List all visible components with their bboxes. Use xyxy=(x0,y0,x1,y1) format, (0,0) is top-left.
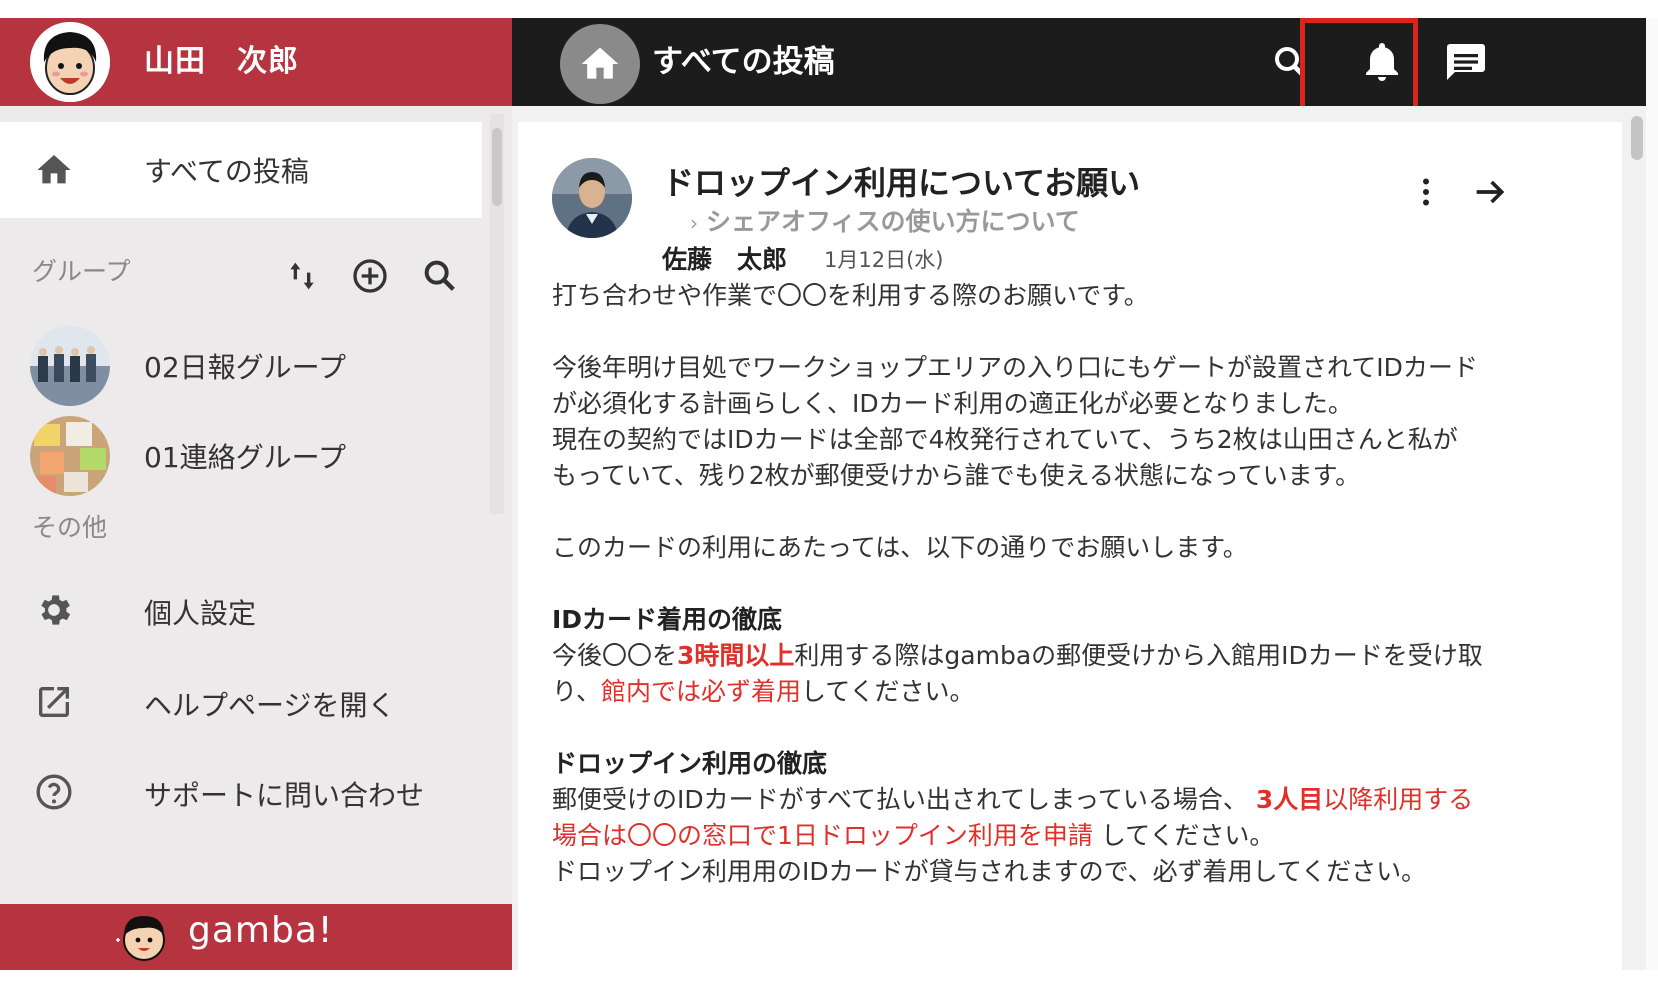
sidebar-header: 山田 次郎 xyxy=(0,18,512,106)
post-date: 1月12日(水) xyxy=(824,248,944,272)
page-title: すべての投稿 xyxy=(652,44,835,80)
brand-name: gamba! xyxy=(188,910,334,951)
sidebar-item-help-page[interactable]: ヘルプページを開く xyxy=(0,656,482,748)
body-line: 場合は〇〇の窓口で1日ドロップイン利用を申請 してください。 xyxy=(552,821,1275,850)
search-group-icon[interactable] xyxy=(420,256,460,296)
body-line: り、館内では必ず着用してください。 xyxy=(552,677,975,706)
body-line: このカードの利用にあたっては、以下の通りでお願いします。 xyxy=(552,533,1248,562)
emphasis-text: 場合は〇〇の窓口で1日ドロップイン利用を申請 xyxy=(552,821,1093,850)
app-window: 山田 次郎 すべての投稿 グループ 02日報グループ 01連絡グループ その他 … xyxy=(0,18,1658,982)
body-line: 郵便受けのIDカードがすべて払い出されてしまっている場合、 3人目以降利用する xyxy=(552,785,1474,814)
mascot-logo xyxy=(112,910,170,964)
sidebar-item-label: サポートに問い合わせ xyxy=(144,779,425,812)
group-avatar xyxy=(30,326,110,406)
sidebar-item-personal-settings[interactable]: 個人設定 xyxy=(0,564,482,656)
body-line: 今後〇〇を3時間以上利用する際はgambaの郵便受けから入館用IDカードを受け取 xyxy=(552,641,1483,670)
groups-section-label: グループ xyxy=(32,257,131,286)
top-bar: すべての投稿 xyxy=(512,18,1646,106)
home-icon xyxy=(581,47,619,79)
body-line: 打ち合わせや作業で〇〇を利用する際のお願いです。 xyxy=(552,281,1149,310)
main-content: ドロップイン利用についてお願い › シェアオフィスの使い方について 佐藤 太郎 1… xyxy=(512,106,1646,982)
emphasis-text: 3人目 xyxy=(1255,785,1324,814)
emphasis-text: 3時間以上 xyxy=(677,641,795,670)
body-line: が必須化する計画らしく、IDカード利用の適正化が必要となりました。 xyxy=(552,389,1353,418)
brand-footer: gamba! xyxy=(0,904,512,970)
user-avatar[interactable] xyxy=(30,22,110,102)
emphasis-text: 館内では必ず着用 xyxy=(601,677,802,706)
more-vert-icon[interactable] xyxy=(1408,174,1444,210)
body-line: 現在の契約ではIDカードは全部で4枚発行されていて、うち2枚は山田さんと私が xyxy=(552,425,1458,454)
help-circle-icon xyxy=(34,772,74,812)
other-section-label: その他 xyxy=(32,513,108,542)
main-scrollbar[interactable] xyxy=(1628,106,1646,970)
gear-icon xyxy=(34,590,74,630)
sidebar-item-label: ヘルプページを開く xyxy=(144,689,396,722)
sidebar: 山田 次郎 すべての投稿 グループ 02日報グループ 01連絡グループ その他 … xyxy=(0,18,512,970)
sidebar-item-all-posts[interactable]: すべての投稿 xyxy=(0,122,482,218)
sidebar-item-group-01[interactable]: 01連絡グループ xyxy=(0,412,482,500)
post-author[interactable]: 佐藤 太郎 xyxy=(662,240,787,276)
group-avatar xyxy=(30,416,110,496)
sidebar-item-label: 個人設定 xyxy=(144,597,257,630)
chevron-right-icon: › xyxy=(690,211,698,235)
sidebar-scrollbar[interactable] xyxy=(490,114,504,514)
body-line: もっていて、残り2枚が郵便受けから誰でも使える状態になっています。 xyxy=(552,461,1361,490)
arrow-right-icon[interactable] xyxy=(1470,172,1510,212)
sidebar-item-group-02[interactable]: 02日報グループ xyxy=(0,322,482,410)
post-group-link[interactable]: › シェアオフィスの使い方について xyxy=(690,202,1080,238)
sort-icon[interactable] xyxy=(282,256,322,296)
body-line: ドロップイン利用用のIDカードが貸与されますので、必ず着用してください。 xyxy=(552,857,1427,886)
post-group-name: シェアオフィスの使い方について xyxy=(706,207,1080,236)
user-name: 山田 次郎 xyxy=(144,44,299,79)
section-heading: ドロップイン利用の徹底 xyxy=(552,749,828,778)
sidebar-item-support[interactable]: サポートに問い合わせ xyxy=(0,746,482,838)
open-external-icon xyxy=(34,682,74,722)
window-edge xyxy=(1646,18,1658,970)
author-avatar[interactable] xyxy=(552,158,632,238)
group-name: 02日報グループ xyxy=(144,351,346,384)
body-line: 今後年明け目処でワークショップエリアの入り口にもゲートが設置されてIDカード xyxy=(552,353,1478,382)
emphasis-text: 以降利用する xyxy=(1323,785,1474,814)
section-heading: IDカード着用の徹底 xyxy=(552,605,783,634)
home-icon xyxy=(34,150,74,190)
sidebar-item-label: すべての投稿 xyxy=(144,155,309,188)
post-title[interactable]: ドロップイン利用についてお願い xyxy=(662,158,1140,204)
post-body: 打ち合わせや作業で〇〇を利用する際のお願いです。 今後年明け目処でワークショップ… xyxy=(552,278,1592,890)
add-group-icon[interactable] xyxy=(350,256,390,296)
group-name: 01連絡グループ xyxy=(144,441,346,474)
post-card: ドロップイン利用についてお願い › シェアオフィスの使い方について 佐藤 太郎 1… xyxy=(518,122,1622,982)
message-icon[interactable] xyxy=(1442,38,1490,86)
home-button[interactable] xyxy=(560,24,640,104)
